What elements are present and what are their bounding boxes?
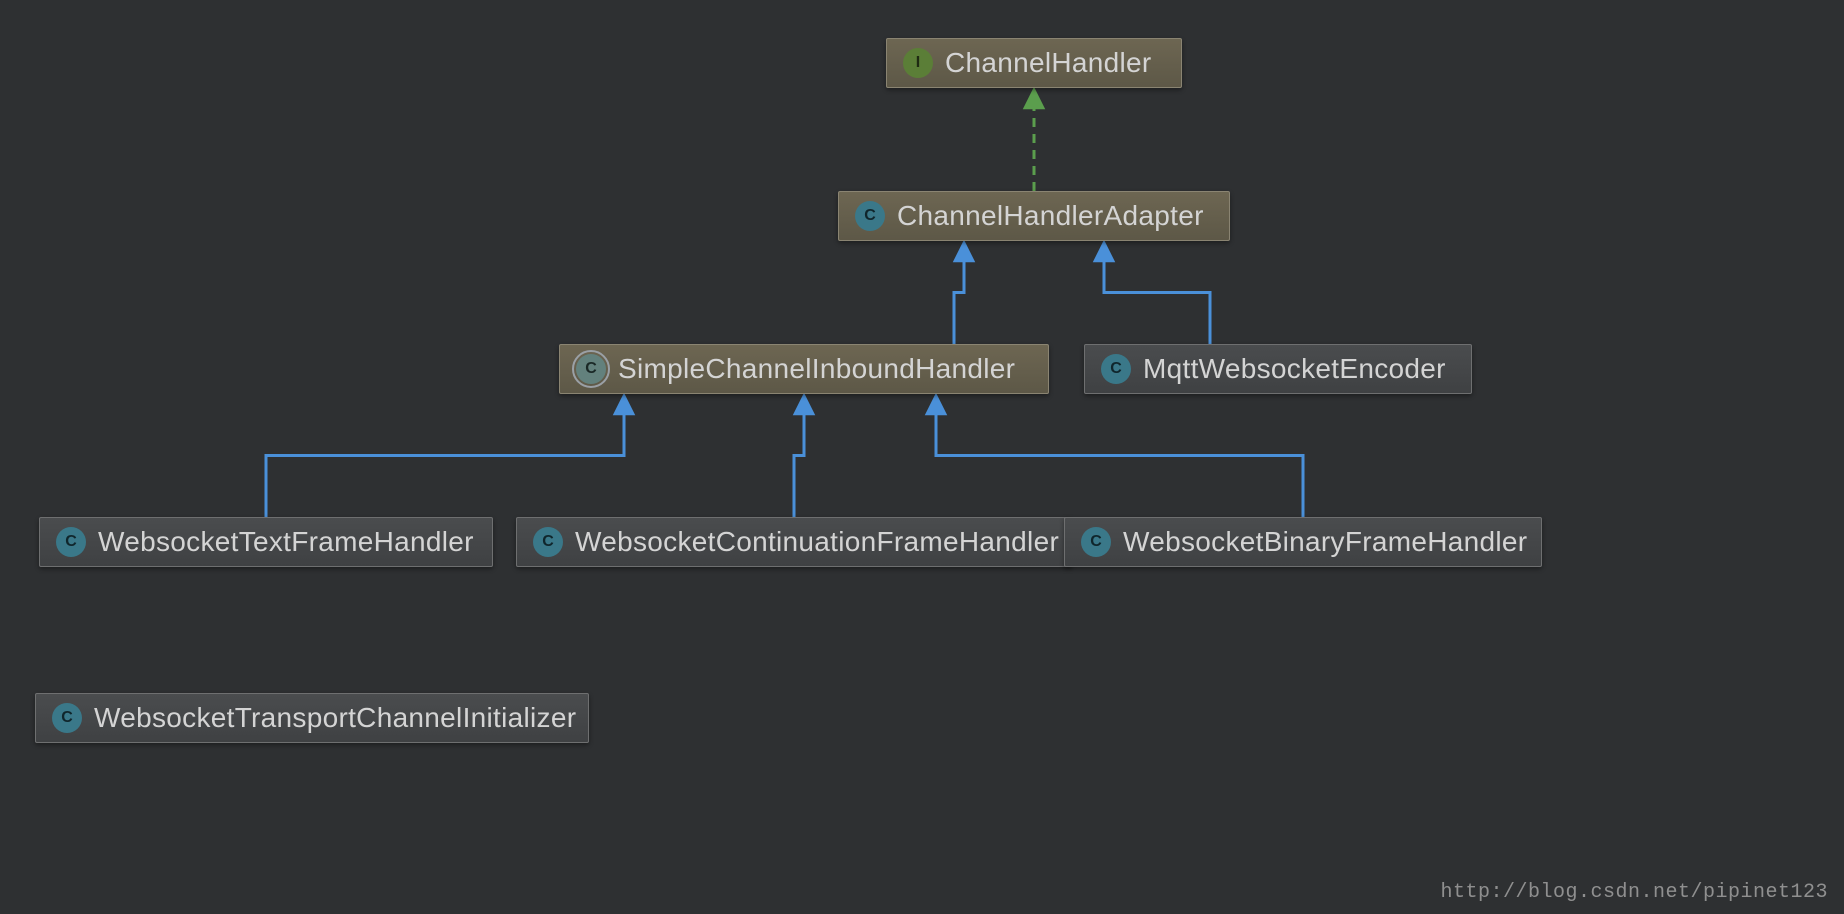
class-icon: C bbox=[52, 703, 82, 733]
connector-websocketContinuationFrameHandler-to-simpleChannelInboundHandler bbox=[794, 404, 804, 517]
node-label: SimpleChannelInboundHandler bbox=[618, 353, 1015, 385]
node-label: ChannelHandler bbox=[945, 47, 1152, 79]
node-label: WebsocketBinaryFrameHandler bbox=[1123, 526, 1527, 558]
connector-simpleChannelInboundHandler-to-channelHandlerAdapter bbox=[954, 251, 964, 344]
class-icon: C bbox=[533, 527, 563, 557]
node-label: WebsocketTextFrameHandler bbox=[98, 526, 474, 558]
ring-icon bbox=[572, 350, 610, 388]
node-channel-handler[interactable]: I ChannelHandler bbox=[886, 38, 1182, 88]
node-websocket-transport-channel-initializer[interactable]: C WebsocketTransportChannelInitializer bbox=[35, 693, 589, 743]
node-websocket-text-frame-handler[interactable]: C WebsocketTextFrameHandler bbox=[39, 517, 493, 567]
node-label: MqttWebsocketEncoder bbox=[1143, 353, 1446, 385]
watermark-text: http://blog.csdn.net/pipinet123 bbox=[1440, 881, 1828, 904]
connector-mqttWebsocketEncoder-to-channelHandlerAdapter bbox=[1104, 251, 1210, 344]
class-icon: C bbox=[56, 527, 86, 557]
abstract-class-icon: C bbox=[576, 354, 606, 384]
node-label: WebsocketTransportChannelInitializer bbox=[94, 702, 576, 734]
class-icon: C bbox=[1101, 354, 1131, 384]
connector-websocketTextFrameHandler-to-simpleChannelInboundHandler bbox=[266, 404, 624, 517]
class-icon: C bbox=[1081, 527, 1111, 557]
interface-icon: I bbox=[903, 48, 933, 78]
connector-layer bbox=[0, 0, 1844, 914]
node-mqtt-websocket-encoder[interactable]: C MqttWebsocketEncoder bbox=[1084, 344, 1472, 394]
node-websocket-continuation-frame-handler[interactable]: C WebsocketContinuationFrameHandler bbox=[516, 517, 1072, 567]
class-icon: C bbox=[855, 201, 885, 231]
diagram-canvas: I ChannelHandler C ChannelHandlerAdapter… bbox=[0, 0, 1844, 914]
node-channel-handler-adapter[interactable]: C ChannelHandlerAdapter bbox=[838, 191, 1230, 241]
node-websocket-binary-frame-handler[interactable]: C WebsocketBinaryFrameHandler bbox=[1064, 517, 1542, 567]
node-label: WebsocketContinuationFrameHandler bbox=[575, 526, 1059, 558]
node-simple-channel-inbound-handler[interactable]: C SimpleChannelInboundHandler bbox=[559, 344, 1049, 394]
node-label: ChannelHandlerAdapter bbox=[897, 200, 1204, 232]
connector-websocketBinaryFrameHandler-to-simpleChannelInboundHandler bbox=[936, 404, 1303, 517]
